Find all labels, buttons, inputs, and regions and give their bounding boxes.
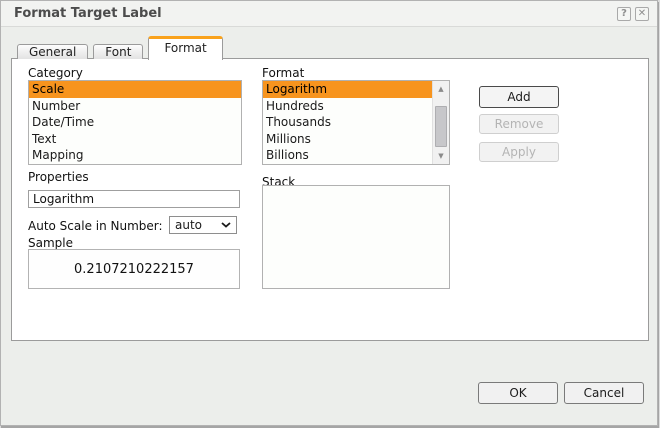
category-list: Scale Number Date/Time Text Mapping	[28, 80, 242, 165]
list-item-date-time[interactable]: Date/Time	[29, 114, 241, 131]
tab-general[interactable]: General	[17, 44, 88, 59]
format-list-scrollbar[interactable]: ▲ ▼	[432, 81, 449, 164]
sample-label: Sample	[28, 236, 73, 250]
format-list-rows: Logarithm Hundreds Thousands Millions Bi…	[263, 81, 432, 164]
list-item-thousands[interactable]: Thousands	[263, 114, 432, 131]
auto-scale-value: auto	[175, 218, 202, 232]
category-label: Category	[28, 66, 83, 80]
sample-box: 0.2107210222157	[28, 249, 240, 289]
dialog-titlebar: Format Target Label ? ✕	[1, 1, 657, 27]
close-icon[interactable]: ✕	[635, 7, 649, 21]
list-item-text[interactable]: Text	[29, 131, 241, 148]
list-item-mapping[interactable]: Mapping	[29, 147, 241, 164]
list-item-logarithm[interactable]: Logarithm	[263, 81, 432, 98]
properties-input[interactable]	[28, 190, 240, 208]
chevron-down-icon	[221, 222, 231, 228]
scroll-up-icon[interactable]: ▲	[433, 82, 449, 96]
sample-value: 0.2107210222157	[74, 262, 194, 277]
format-tab-panel: Category Scale Number Date/Time Text Map…	[11, 58, 649, 341]
scrollbar-thumb[interactable]	[435, 106, 447, 147]
format-list: Logarithm Hundreds Thousands Millions Bi…	[262, 80, 450, 165]
cancel-button[interactable]: Cancel	[564, 382, 644, 404]
list-item-scale[interactable]: Scale	[29, 81, 241, 98]
apply-button[interactable]: Apply	[479, 142, 559, 162]
format-target-label-dialog: Format Target Label ? ✕ General Font For…	[0, 0, 658, 426]
tab-font[interactable]: Font	[93, 44, 143, 59]
list-item-hundreds[interactable]: Hundreds	[263, 98, 432, 115]
add-button[interactable]: Add	[479, 86, 559, 108]
dialog-title: Format Target Label	[1, 6, 162, 21]
auto-scale-label: Auto Scale in Number:	[28, 219, 163, 233]
properties-label: Properties	[28, 170, 89, 184]
help-icon[interactable]: ?	[617, 7, 631, 21]
list-item-number[interactable]: Number	[29, 98, 241, 115]
auto-scale-select[interactable]: auto	[169, 216, 237, 234]
category-list-rows: Scale Number Date/Time Text Mapping	[29, 81, 241, 164]
scroll-down-icon[interactable]: ▼	[433, 149, 449, 163]
list-item-millions[interactable]: Millions	[263, 131, 432, 148]
tab-format[interactable]: Format	[148, 36, 222, 60]
format-label: Format	[262, 66, 304, 80]
stack-list[interactable]	[262, 185, 450, 289]
ok-button[interactable]: OK	[478, 382, 558, 404]
list-item-billions[interactable]: Billions	[263, 147, 432, 164]
window-controls: ? ✕	[617, 7, 649, 21]
remove-button[interactable]: Remove	[479, 114, 559, 134]
tab-bar: General Font Format	[17, 35, 228, 59]
